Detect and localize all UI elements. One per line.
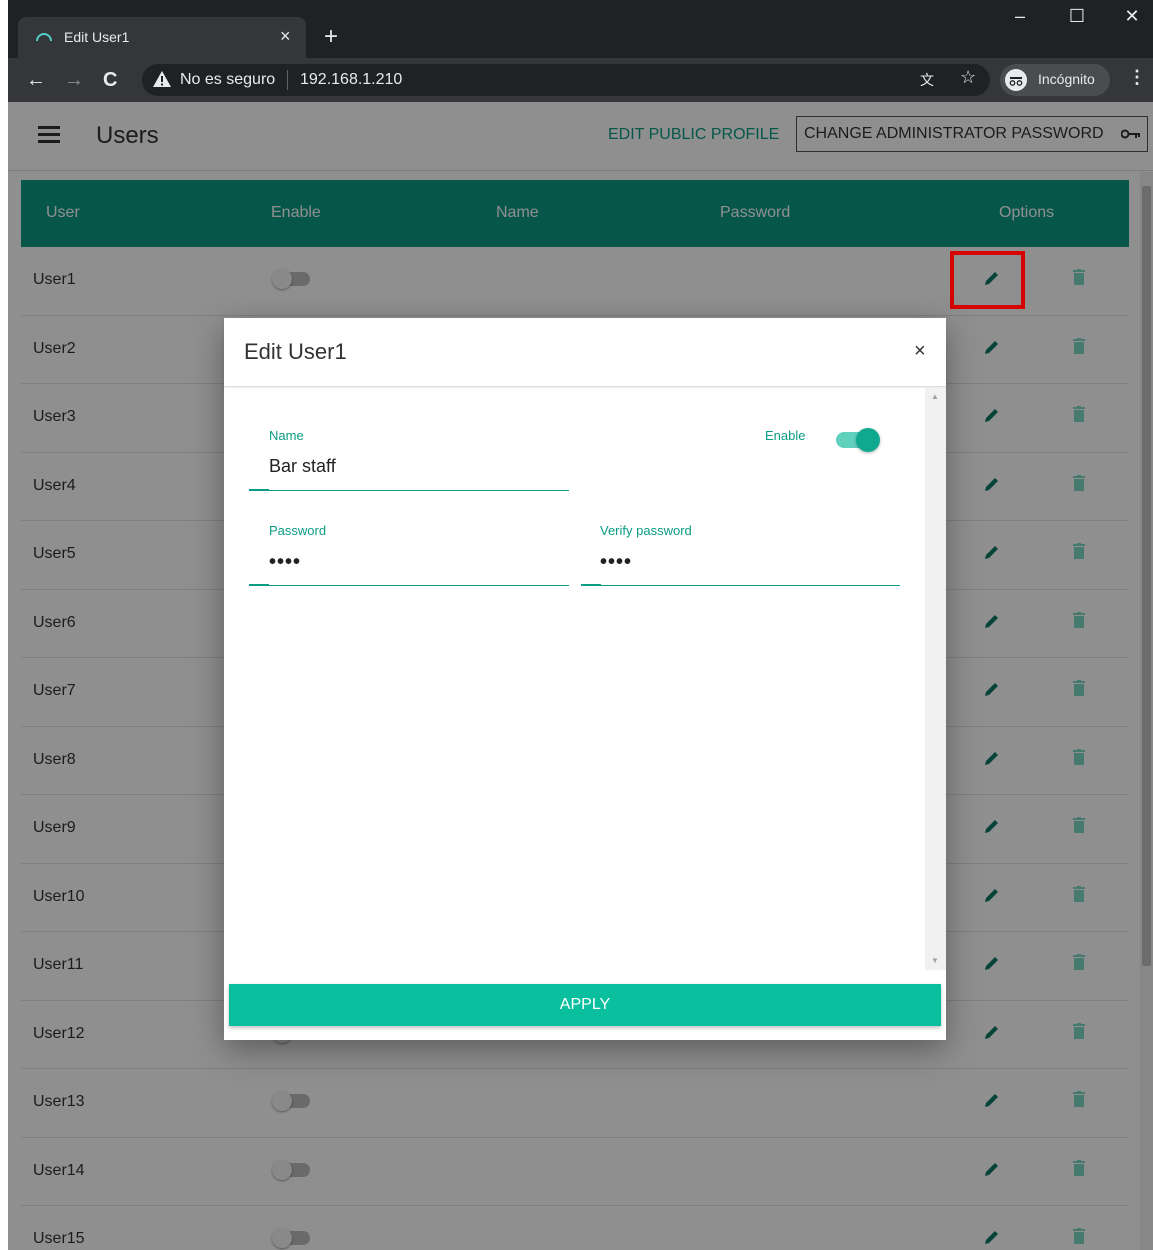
apply-button[interactable]: APPLY xyxy=(229,984,941,1026)
verify-password-label: Verify password xyxy=(600,523,692,538)
translate-icon[interactable]: 文 xyxy=(920,70,934,90)
incognito-label: Incógnito xyxy=(1038,71,1095,87)
close-window-button[interactable]: ✕ xyxy=(1112,6,1152,27)
dialog-scrollbar[interactable]: ▲ ▼ xyxy=(925,388,946,970)
reload-icon[interactable]: C xyxy=(103,68,117,92)
tab-strip: Edit User1 × + – ☐ ✕ xyxy=(8,0,1153,58)
name-field[interactable]: Bar staff xyxy=(269,456,336,477)
tab-close-icon[interactable]: × xyxy=(280,25,291,47)
tab-title: Edit User1 xyxy=(64,29,130,45)
back-icon[interactable]: ← xyxy=(26,68,46,92)
edit-button-highlight xyxy=(950,251,1025,309)
name-focus-line xyxy=(249,489,269,491)
minimize-button[interactable]: – xyxy=(1000,6,1040,27)
address-bar[interactable]: No es seguro 192.168.1.210 文 ☆ xyxy=(142,64,990,96)
star-icon[interactable]: ☆ xyxy=(960,67,976,88)
password-underline xyxy=(249,585,569,586)
verify-focus-line xyxy=(581,584,601,586)
url-text[interactable]: 192.168.1.210 xyxy=(300,71,402,89)
warning-icon xyxy=(153,71,171,87)
new-tab-button[interactable]: + xyxy=(324,24,338,50)
browser-tab[interactable]: Edit User1 × xyxy=(18,17,306,58)
name-label: Name xyxy=(269,428,304,443)
incognito-icon xyxy=(1005,69,1027,91)
divider xyxy=(287,70,288,90)
password-label: Password xyxy=(269,523,327,538)
password-focus-line xyxy=(249,584,269,586)
password-field[interactable]: •••• xyxy=(269,551,301,574)
dialog-title: Edit User1 xyxy=(244,339,347,364)
enable-label: Enable xyxy=(765,428,806,443)
name-underline xyxy=(249,490,569,491)
forward-icon[interactable]: → xyxy=(64,68,84,92)
favicon-icon xyxy=(36,33,52,42)
edit-user-dialog: Edit User1 × Name Bar staff Enable Passw… xyxy=(224,318,946,1040)
scroll-up-icon[interactable]: ▲ xyxy=(931,392,939,401)
security-status[interactable]: No es seguro xyxy=(180,71,275,89)
enable-toggle[interactable] xyxy=(836,428,880,452)
verify-password-underline xyxy=(581,585,900,586)
maximize-button[interactable]: ☐ xyxy=(1057,6,1097,27)
app-page: Users EDIT PUBLIC PROFILE CHANGE ADMINIS… xyxy=(8,102,1153,1250)
incognito-badge[interactable]: Incógnito xyxy=(1000,64,1110,96)
dialog-body: Name Bar staff Enable Password •••• Veri… xyxy=(224,388,946,970)
close-icon[interactable]: × xyxy=(914,340,926,363)
browser-menu-icon[interactable]: ⋮ xyxy=(1128,67,1146,88)
dialog-header: Edit User1 × xyxy=(224,318,946,387)
verify-password-field[interactable]: •••• xyxy=(600,551,632,574)
scroll-down-icon[interactable]: ▼ xyxy=(931,956,939,965)
